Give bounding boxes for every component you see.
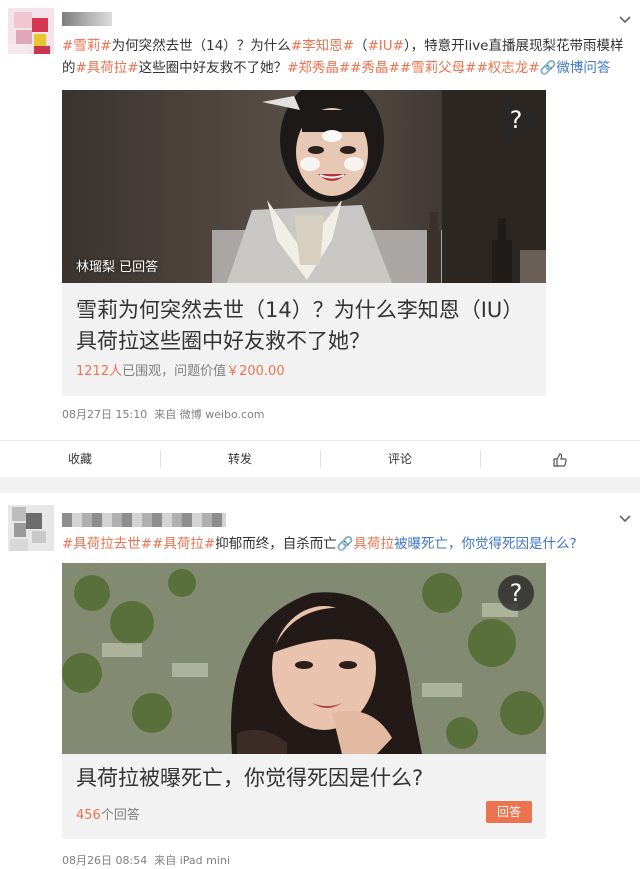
topic-link[interactable]: #具荷拉去世##具荷拉# [62,536,215,552]
feed-gap [0,477,640,493]
post-time[interactable]: 08月27日 15:10 [62,408,147,421]
question-photo: ? [62,563,546,754]
topic-link[interactable]: #郑秀晶##秀晶##雪莉父母##权志龙# [287,60,540,76]
favorite-button[interactable]: 收藏 [0,441,160,477]
answered-by-label[interactable]: 林瑠梨 已回答 [76,256,158,275]
post-time[interactable]: 08月26日 08:54 [62,854,147,867]
post-text: #具荷拉去世##具荷拉#抑郁而终，自杀而亡🔗具荷拉被曝死亡，你觉得死因是什么? [62,536,577,552]
qa-card[interactable]: ? 具荷拉被曝死亡，你觉得死因是什么? 456个回答 回答 [62,563,546,839]
weibo-post-2: #具荷拉去世##具荷拉#抑郁而终，自杀而亡🔗具荷拉被曝死亡，你觉得死因是什么? [0,493,640,869]
post-text: #雪莉#为何突然去世（14）？为什么#李知恩#（#IU#），特意开live直播展… [62,38,624,76]
topic-link[interactable]: 🔗具荷拉 [337,536,394,552]
question-mark-icon: ? [498,575,534,611]
username[interactable] [62,513,226,527]
post-meta: 08月27日 15:10 来自 微博 weibo.com [62,406,265,422]
post-actions: 收藏 转发 评论 [0,440,640,477]
answer-button[interactable]: 回答 [486,801,532,823]
topic-link[interactable]: #雪莉# [62,38,112,54]
question-mark-icon: ? [498,102,534,138]
avatar[interactable] [8,505,54,551]
weibo-qa-link[interactable]: 被曝死亡，你觉得死因是什么? [394,536,577,552]
post-meta: 08月26日 08:54 来自 iPad mini [62,852,230,868]
like-button[interactable] [480,441,640,477]
thumbs-up-icon [553,452,567,467]
topic-link[interactable]: #IU# [367,38,404,54]
question-title[interactable]: 雪莉为何突然去世（14）？为什么李知恩（IU）具荷拉这些圈中好友救不了她？ [76,295,534,357]
topic-link[interactable]: #具荷拉# [76,60,139,76]
weibo-qa-link[interactable]: 🔗微博问答 [540,60,611,76]
chevron-down-icon[interactable] [618,12,632,26]
question-photo: ? 林瑠梨 已回答 [62,90,546,283]
avatar[interactable] [8,8,54,54]
qa-card[interactable]: ? 林瑠梨 已回答 雪莉为何突然去世（14）？为什么李知恩（IU）具荷拉这些圈中… [62,90,546,396]
post-source[interactable]: 来自 iPad mini [154,854,230,867]
post-source[interactable]: 来自 微博 weibo.com [154,408,264,421]
weibo-post-1: #雪莉#为何突然去世（14）？为什么#李知恩#（#IU#），特意开live直播展… [0,0,640,440]
chevron-down-icon[interactable] [618,511,632,525]
topic-link[interactable]: #李知恩# [291,38,354,54]
question-title[interactable]: 具荷拉被曝死亡，你觉得死因是什么? [76,763,534,794]
comment-button[interactable]: 评论 [320,441,480,477]
username[interactable] [62,12,112,26]
repost-button[interactable]: 转发 [160,441,320,477]
answer-stats: 456个回答 [76,808,140,823]
question-stats: 1212人已围观，问题价值￥200.00 [76,364,285,379]
